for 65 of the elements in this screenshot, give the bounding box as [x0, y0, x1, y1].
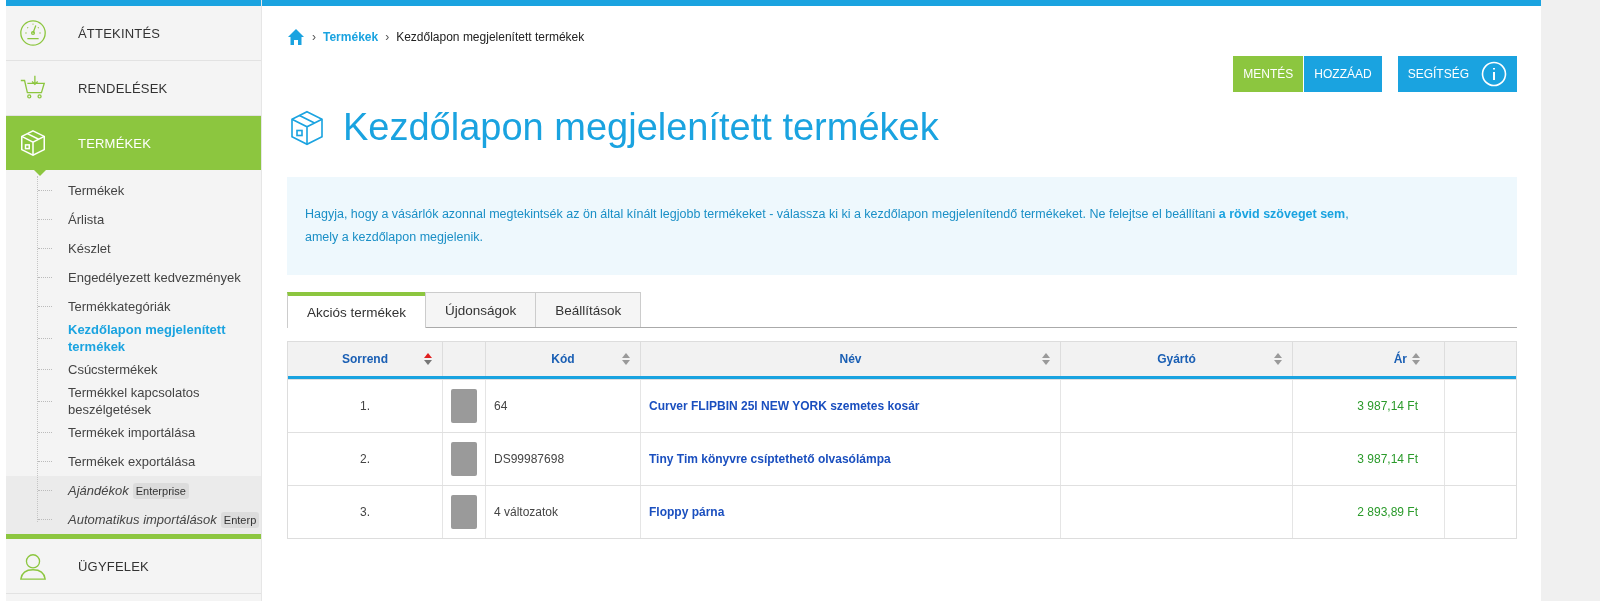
tree-connector	[38, 461, 52, 462]
submenu-item[interactable]: Termékek	[68, 182, 125, 199]
breadcrumb-current: Kezdőlapon megjelenített termékek	[396, 30, 585, 44]
gauge-icon	[18, 18, 48, 48]
product-name-link[interactable]: Curver FLIPBIN 25l NEW YORK szemetes kosár	[649, 399, 920, 413]
order-cell: 1.	[360, 399, 370, 413]
column-header[interactable]: Gyártó	[1157, 352, 1196, 366]
tree-connector	[38, 337, 52, 339]
tab[interactable]: Újdonságok	[425, 292, 537, 327]
column-header[interactable]: Név	[839, 352, 862, 366]
tab[interactable]: Beállítások	[535, 292, 642, 327]
submenu-item[interactable]: Automatikus importálások	[68, 511, 217, 528]
code-cell: DS99987698	[494, 452, 565, 466]
sort-icon[interactable]	[1274, 353, 1282, 365]
sort-icon[interactable]	[424, 353, 432, 365]
submenu-item[interactable]: Árlista	[68, 211, 105, 228]
tree-connector	[38, 369, 52, 370]
sidebar-item[interactable]: ÜGYFELEK	[6, 539, 261, 594]
order-cell: 2.	[360, 452, 370, 466]
tree-connector	[38, 190, 52, 191]
code-cell: 4 változatok	[494, 505, 559, 519]
sort-icon[interactable]	[622, 353, 630, 365]
tree-connector	[38, 490, 52, 491]
submenu-item[interactable]: Termékek importálása	[68, 424, 196, 441]
submenu-item[interactable]: Csúcstermékek	[68, 361, 158, 378]
tree-connector	[38, 432, 52, 433]
order-cell: 3.	[360, 505, 370, 519]
code-cell: 64	[494, 399, 508, 413]
column-header[interactable]: Sorrend	[342, 352, 388, 366]
submenu-item[interactable]: Termékkel kapcsolatos beszélgetések	[68, 384, 258, 418]
tree-connector	[38, 519, 52, 520]
tree-connector	[38, 219, 52, 220]
submenu-item[interactable]: Termékkategóriák	[68, 298, 171, 315]
home-icon[interactable]	[287, 28, 305, 46]
photo-placeholder	[451, 389, 477, 423]
submenu-item[interactable]: Készlet	[68, 240, 111, 257]
product-name-link[interactable]: Tiny Tim könyvre csíptethető olvasólámpa	[649, 452, 891, 466]
photo-placeholder	[451, 442, 477, 476]
tree-connector	[38, 277, 52, 278]
tree-connector	[38, 400, 52, 402]
product-name-link[interactable]: Floppy párna	[649, 505, 725, 519]
price-cell: 3 987,14 Ft	[1357, 452, 1418, 466]
box-icon	[18, 128, 48, 158]
photo-placeholder	[451, 495, 477, 529]
submenu-item[interactable]: Termékek exportálása	[68, 453, 196, 470]
user-icon	[18, 551, 48, 581]
price-cell: 3 987,14 Ft	[1357, 399, 1418, 413]
breadcrumb-separator: ›	[385, 30, 390, 44]
tree-connector	[38, 306, 52, 307]
sort-icon[interactable]	[1412, 353, 1420, 365]
sidebar-item[interactable]: ÁTTEKINTÉS	[6, 6, 261, 61]
info-text: Hagyja, hogy a vásárlók azonnal megtekintsék az ön által kínált legjobb termékeket - válassza ki ki a kezdőlapon megjelenítendő termékeket. Ne felejtse el beállítani a rövid szöveget sem, amely a kezdőlapon megjelenik.	[305, 206, 1350, 246]
page-title: Kezdőlapon megjelenített termékek	[343, 106, 939, 149]
column-header[interactable]: Ár	[1393, 352, 1407, 366]
column-header[interactable]: Kód	[551, 352, 575, 366]
submenu-item[interactable]: Engedélyezett kedvezmények	[68, 269, 241, 286]
breadcrumb-separator: ›	[312, 30, 316, 44]
sort-icon[interactable]	[1042, 353, 1050, 365]
tab[interactable]: Akciós termékek	[287, 292, 427, 328]
price-cell: 2 893,89 Ft	[1357, 505, 1418, 519]
enterprise-badge: Enterp	[220, 511, 260, 528]
submenu-item[interactable]: Ajándékok	[68, 482, 129, 499]
info-icon	[1481, 61, 1507, 87]
enterprise-badge: Enterprise	[132, 482, 189, 499]
tree-connector	[38, 248, 52, 249]
